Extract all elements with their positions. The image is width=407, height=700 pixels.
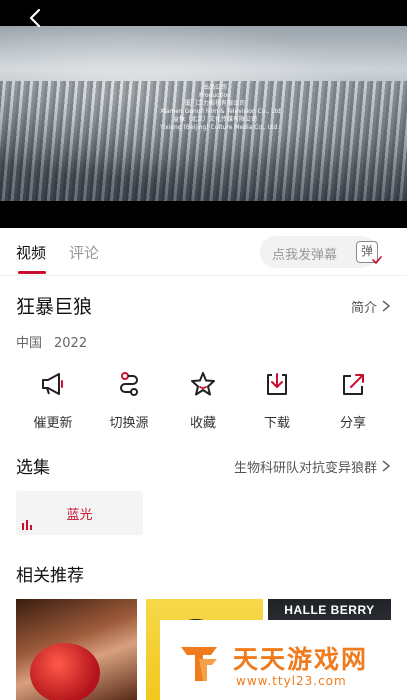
boxing-glove-image: [30, 643, 100, 700]
playing-bars-icon: [22, 520, 32, 530]
episode-item[interactable]: 蓝光: [16, 491, 143, 535]
action-label: 收藏: [189, 416, 216, 431]
share-icon: [343, 374, 364, 395]
watermark-title: 天天游戏网: [233, 645, 369, 674]
episodes-description[interactable]: 生物科研队对抗变异狼群: [234, 457, 377, 476]
credit-line: Yixiang (Beijing) Culture Media Co., Ltd…: [160, 124, 280, 131]
video-player[interactable]: 出品公司 Production 厦门工力影视有限公司 Xiamen Gongli…: [0, 0, 407, 228]
watermark-url: www.ttyl23.com: [236, 674, 347, 688]
movie-meta: 中国 2022: [16, 332, 87, 351]
related-title: 相关推荐: [16, 566, 84, 586]
video-credits: 出品公司 Production 厦门工力影视有限公司 Xiamen Gongli…: [160, 84, 283, 132]
back-button[interactable]: [24, 6, 48, 30]
share-button[interactable]: 分享: [318, 370, 388, 431]
download-icon: [267, 373, 287, 395]
credit-line: 益像（北京）文化传媒有限公司: [172, 116, 257, 123]
episode-label: 蓝光: [66, 508, 93, 523]
movie-year: 2022: [54, 336, 88, 351]
action-label: 下载: [263, 416, 290, 431]
related-poster[interactable]: [16, 599, 137, 700]
credit-line: 出品公司: [202, 84, 227, 91]
action-label: 分享: [339, 416, 366, 431]
episodes-title: 选集: [16, 458, 50, 478]
credit-line: Xiamen Gongli Film & Television Co., Ltd…: [160, 108, 283, 115]
watermark-logo-icon: [181, 647, 217, 681]
poster-title: HALLE BERRY: [284, 603, 375, 617]
video-frame[interactable]: 出品公司 Production 厦门工力影视有限公司 Xiamen Gongli…: [0, 26, 407, 201]
download-button[interactable]: 下载: [242, 370, 312, 431]
movie-region: 中国: [16, 336, 43, 351]
check-icon: [372, 256, 382, 265]
action-bar: 催更新 切换源 收藏 下载 分享: [0, 370, 407, 431]
action-label: 切换源: [109, 416, 149, 431]
intro-link[interactable]: 简介: [351, 297, 377, 316]
star-icon: [191, 372, 215, 396]
tab-comments[interactable]: 评论: [69, 242, 99, 263]
switch-source-button[interactable]: 切换源: [94, 370, 164, 431]
megaphone-icon: [42, 373, 63, 395]
credit-line: Production: [199, 92, 231, 99]
active-tab-indicator: [18, 271, 46, 274]
action-label: 催更新: [33, 416, 73, 431]
favorite-button[interactable]: 收藏: [168, 370, 238, 431]
credit-line: 厦门工力影视有限公司: [184, 100, 245, 107]
switch-source-icon: [120, 372, 138, 396]
request-update-button[interactable]: 催更新: [18, 370, 88, 431]
site-watermark: 天天游戏网 www.ttyl23.com: [160, 620, 407, 700]
chevron-right-icon[interactable]: [381, 299, 391, 313]
movie-title: 狂暴巨狼: [16, 296, 93, 318]
chevron-right-icon[interactable]: [381, 459, 391, 473]
tab-video[interactable]: 视频: [16, 242, 46, 263]
chevron-left-icon: [29, 8, 41, 28]
